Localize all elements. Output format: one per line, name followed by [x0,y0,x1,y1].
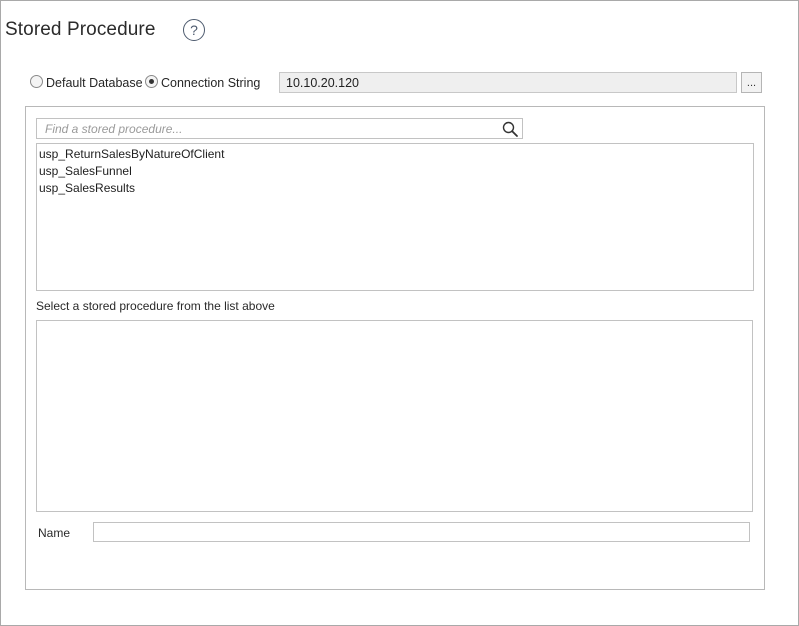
browse-button[interactable]: ... [741,72,762,93]
search-icon[interactable] [501,120,519,138]
search-input[interactable]: Find a stored procedure... [36,118,523,139]
page-title: Stored Procedure [5,19,156,40]
list-item[interactable]: usp_ReturnSalesByNatureOfClient [39,147,224,161]
connection-string-label[interactable]: Connection String [161,76,260,90]
list-item[interactable]: usp_SalesResults [39,181,135,195]
name-label: Name [38,526,71,540]
procedure-list[interactable]: usp_ReturnSalesByNatureOfClient usp_Sale… [36,143,754,291]
connection-string-field[interactable]: 10.10.20.120 [279,72,737,93]
list-item[interactable]: usp_SalesFunnel [39,164,132,178]
selection-hint: Select a stored procedure from the list … [36,299,275,313]
default-database-radio[interactable] [30,75,43,88]
default-database-label[interactable]: Default Database [46,76,143,90]
help-icon[interactable]: ? [183,19,205,41]
procedure-details-box[interactable] [36,320,753,512]
connection-string-radio[interactable] [145,75,158,88]
search-placeholder: Find a stored procedure... [45,122,183,136]
name-field[interactable] [93,522,750,542]
